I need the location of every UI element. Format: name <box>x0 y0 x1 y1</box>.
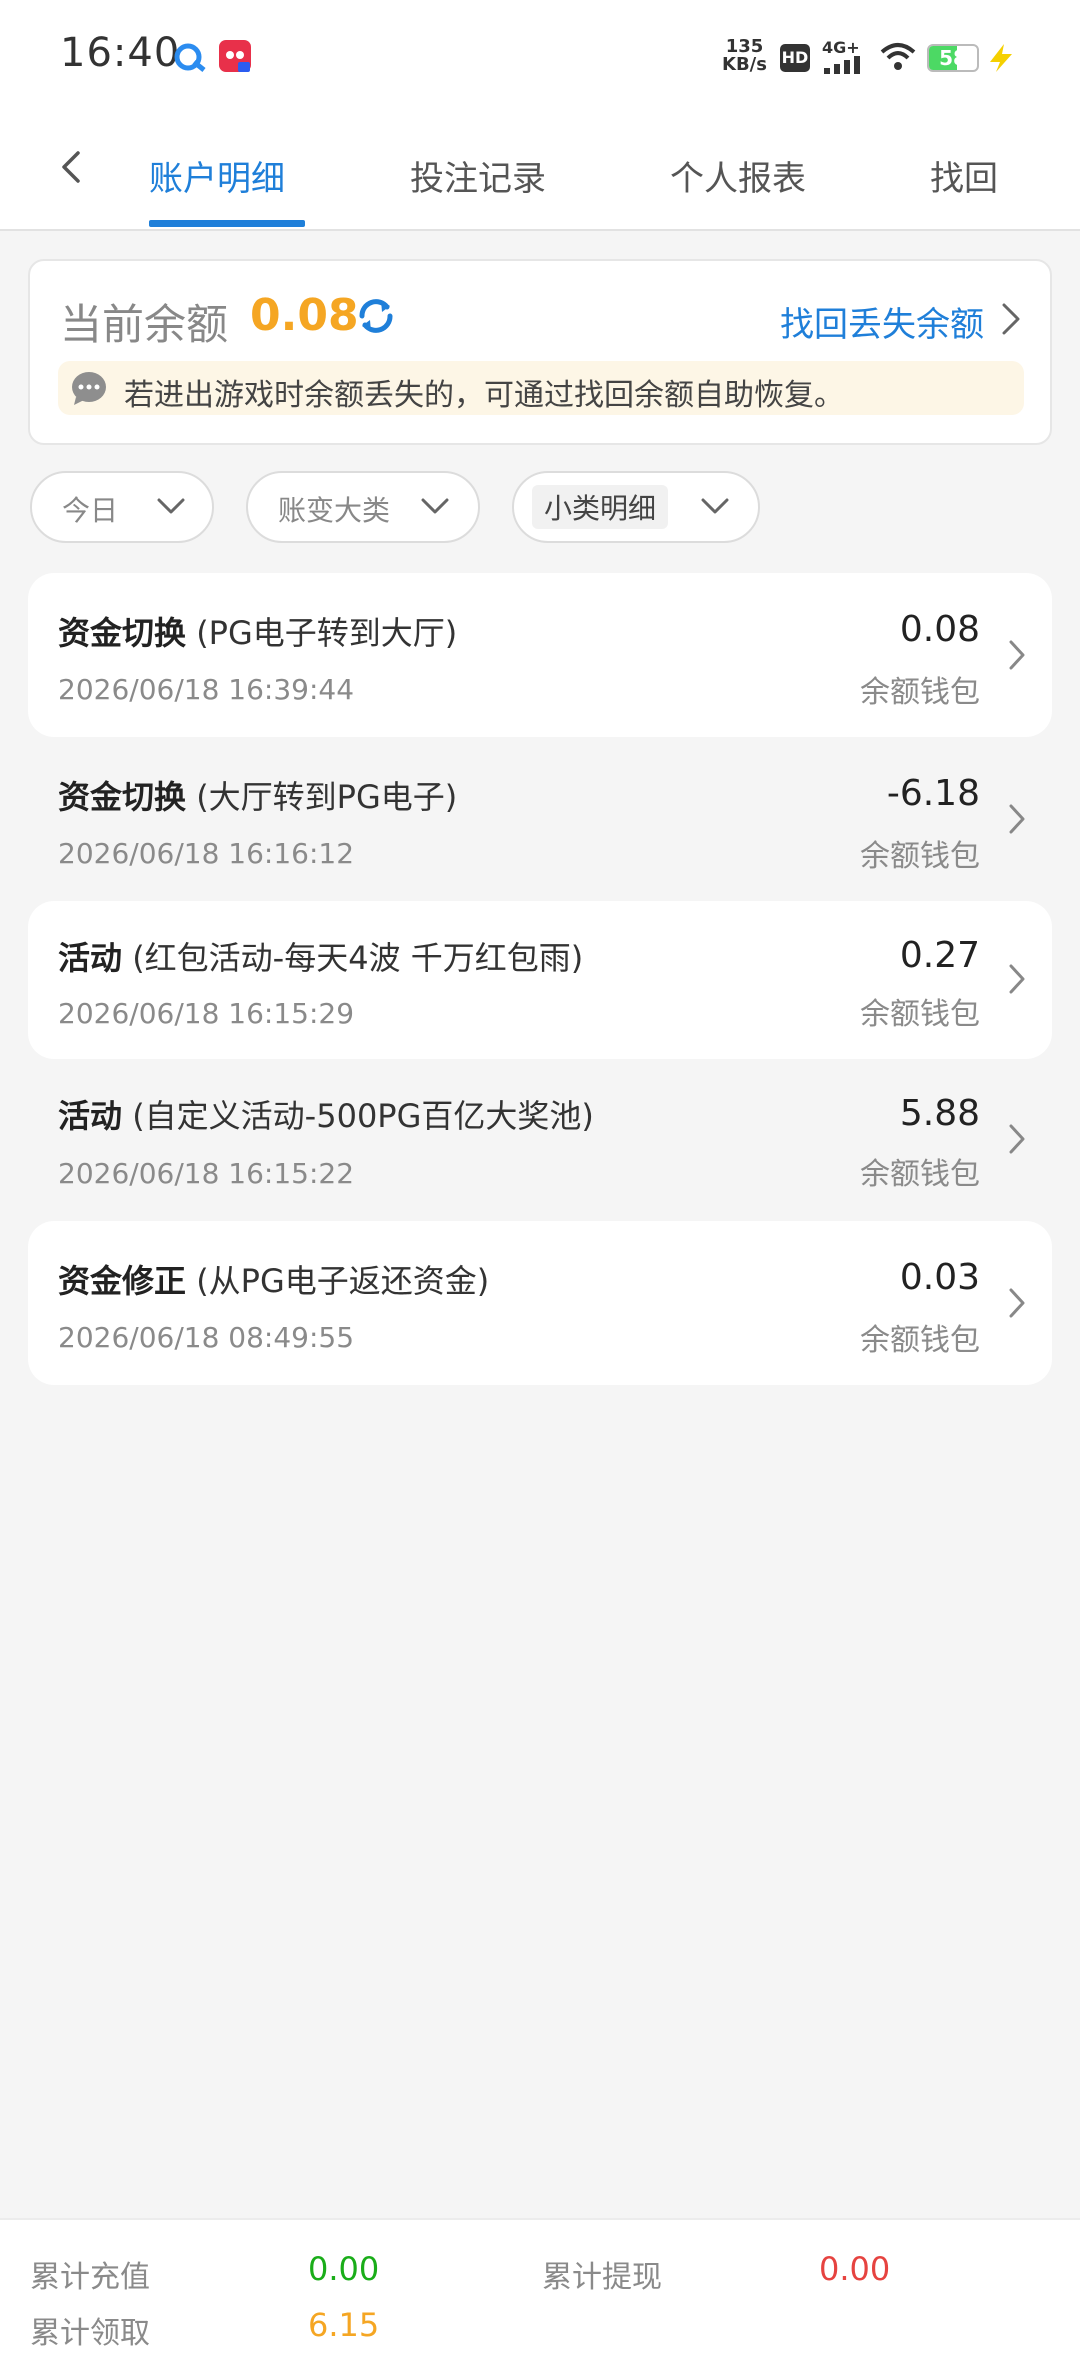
cellular-signal-icon: 4G+ <box>822 38 868 74</box>
status-time: 16:40 <box>60 30 181 76</box>
recharge-total-value: 0.00 <box>308 2250 380 2288</box>
record-time: 2026/06/18 16:39:44 <box>58 673 355 706</box>
withdraw-total-label: 累计提现 <box>542 2260 662 2295</box>
record-title: 活动 (自定义活动-500PG百亿大奖池) <box>58 1091 594 1137</box>
balance-value: 0.08 <box>250 290 359 341</box>
tab-recover[interactable]: 找回 <box>930 151 998 200</box>
record-amount: 0.08 <box>899 609 980 650</box>
record-wallet: 余额钱包 <box>860 839 980 874</box>
category-filter[interactable]: 账变大类 <box>246 471 480 543</box>
tab-bar: 账户明细 投注记录 个人报表 找回 <box>0 115 1080 231</box>
category-filter-label: 账变大类 <box>278 494 391 527</box>
record-row[interactable]: 资金修正 (从PG电子返还资金) 2026/06/18 08:49:55 0.0… <box>28 1221 1052 1385</box>
record-detail: (从PG电子返还资金) <box>196 1262 490 1300</box>
claimed-total-value: 6.15 <box>308 2306 380 2344</box>
record-wallet: 余额钱包 <box>860 1323 980 1358</box>
record-type: 活动 <box>58 1097 123 1135</box>
record-time: 2026/06/18 08:49:55 <box>58 1321 355 1354</box>
record-row[interactable]: 活动 (自定义活动-500PG百亿大奖池) 2026/06/18 16:15:2… <box>28 1059 1052 1221</box>
withdraw-total-value: 0.00 <box>819 2250 891 2288</box>
message-bubble-icon <box>72 372 106 405</box>
summary-footer: 累计充值 0.00 累计提现 0.00 累计领取 6.15 <box>0 2218 1080 2376</box>
chevron-right-icon <box>1009 640 1025 670</box>
chevron-right-icon[interactable] <box>996 299 1024 339</box>
subcategory-filter[interactable]: 小类明细 <box>512 471 760 543</box>
chevron-right-icon <box>1009 1288 1025 1318</box>
status-bar: 16:40 135 KB/s HD 4G+ 58 <box>0 0 1080 115</box>
tab-bet-records[interactable]: 投注记录 <box>410 151 546 200</box>
chevron-right-icon <box>1009 804 1025 834</box>
chevron-down-icon <box>421 498 449 514</box>
record-type: 资金切换 <box>58 778 187 816</box>
wifi-icon <box>880 43 916 70</box>
battery-level: 58 <box>939 46 967 70</box>
claimed-total-label: 累计领取 <box>30 2316 150 2351</box>
chevron-right-icon <box>1009 1124 1025 1154</box>
chevron-right-icon <box>1009 964 1025 994</box>
refresh-icon[interactable] <box>354 294 398 338</box>
tab-account-details[interactable]: 账户明细 <box>149 151 285 200</box>
record-detail: (PG电子转到大厅) <box>196 614 458 652</box>
record-type: 资金切换 <box>58 614 187 652</box>
mascot-app-icon <box>219 40 251 72</box>
chevron-down-icon <box>157 498 185 514</box>
record-title: 资金修正 (从PG电子返还资金) <box>58 1256 489 1302</box>
record-wallet: 余额钱包 <box>860 1157 980 1192</box>
record-row[interactable]: 资金切换 (PG电子转到大厅) 2026/06/18 16:39:44 0.08… <box>28 573 1052 737</box>
balance-card: 当前余额 0.08 找回丢失余额 若进出游戏时余额丢失的，可通过找回余额自助恢复… <box>28 259 1052 445</box>
record-wallet: 余额钱包 <box>860 675 980 710</box>
record-wallet: 余额钱包 <box>860 997 980 1032</box>
record-type: 资金修正 <box>58 1262 187 1300</box>
recover-balance-link[interactable]: 找回丢失余额 <box>780 297 984 346</box>
record-time: 2026/06/18 16:15:22 <box>58 1157 355 1190</box>
record-time: 2026/06/18 16:15:29 <box>58 997 355 1030</box>
record-amount: 5.88 <box>899 1093 980 1134</box>
date-filter-label: 今日 <box>62 494 119 527</box>
date-filter[interactable]: 今日 <box>30 471 214 543</box>
record-row[interactable]: 活动 (红包活动-每天4波 千万红包雨) 2026/06/18 16:15:29… <box>28 901 1052 1059</box>
browser-app-icon <box>174 43 206 72</box>
subcategory-filter-label: 小类明细 <box>532 485 669 529</box>
record-detail: (自定义活动-500PG百亿大奖池) <box>132 1097 594 1135</box>
hd-voice-icon: HD <box>780 44 810 72</box>
network-type: 4G+ <box>822 38 860 57</box>
record-detail: (大厅转到PG电子) <box>196 778 458 816</box>
record-amount: 0.27 <box>899 935 980 976</box>
active-tab-indicator <box>149 220 305 227</box>
tab-personal-report[interactable]: 个人报表 <box>670 151 806 200</box>
record-title: 活动 (红包活动-每天4波 千万红包雨) <box>58 933 583 979</box>
record-detail: (红包活动-每天4波 千万红包雨) <box>132 939 584 977</box>
back-chevron-icon[interactable] <box>52 145 92 189</box>
record-time: 2026/06/18 16:16:12 <box>58 837 355 870</box>
notice-text: 若进出游戏时余额丢失的，可通过找回余额自助恢复。 <box>124 378 844 413</box>
network-speed: 135 KB/s <box>722 38 767 74</box>
record-row[interactable]: 资金切换 (大厅转到PG电子) 2026/06/18 16:16:12 -6.1… <box>28 737 1052 901</box>
balance-label: 当前余额 <box>60 300 229 349</box>
charging-bolt-icon <box>990 44 1012 72</box>
chevron-down-icon <box>701 498 729 514</box>
recharge-total-label: 累计充值 <box>30 2260 150 2295</box>
record-amount: 0.03 <box>899 1257 980 1298</box>
record-amount: -6.18 <box>886 773 980 814</box>
battery-icon: 58 <box>927 44 979 72</box>
recover-notice: 若进出游戏时余额丢失的，可通过找回余额自助恢复。 <box>58 361 1024 415</box>
speed-unit: KB/s <box>722 54 767 75</box>
record-title: 资金切换 (大厅转到PG电子) <box>58 772 457 818</box>
record-type: 活动 <box>58 939 123 977</box>
record-title: 资金切换 (PG电子转到大厅) <box>58 608 457 654</box>
